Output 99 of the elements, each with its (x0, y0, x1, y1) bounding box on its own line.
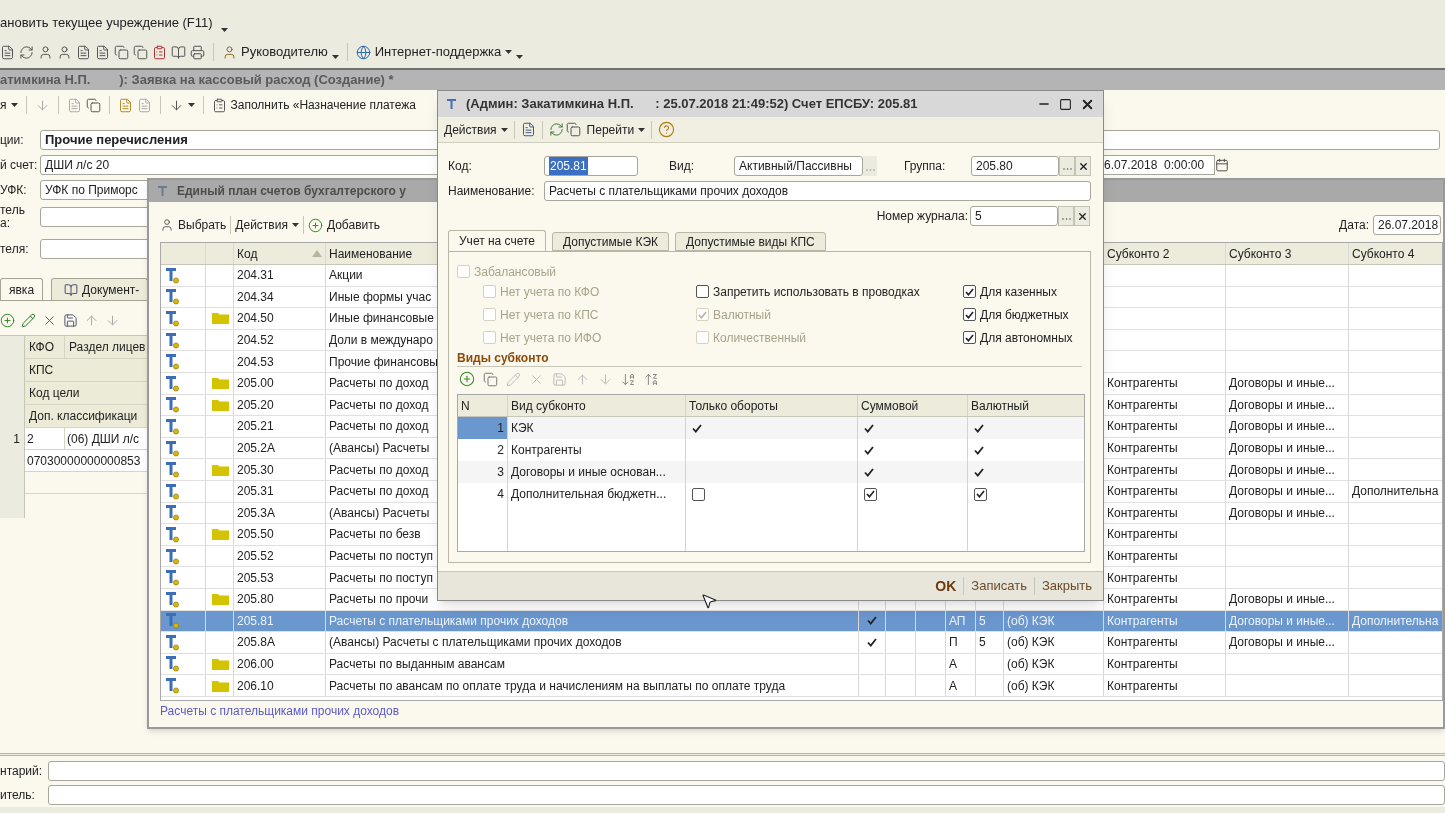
table-cell: 204.50 (234, 308, 326, 329)
field-value: 205.81 (549, 157, 588, 175)
checkbox-label: Для автономных (980, 329, 1073, 347)
column-header: Валютный (968, 395, 1084, 416)
table-cell: Договоры и иные... (1226, 394, 1349, 416)
table-cell: Договоры и иные... (1226, 372, 1349, 394)
table-cell: 205.53 (234, 567, 326, 588)
table-cell: 5 (976, 632, 1004, 653)
date-value: 26.07.2018 (1378, 217, 1439, 234)
table-cell: 204.34 (234, 286, 326, 308)
column-header: Субконто 3 (1226, 243, 1349, 264)
table-cell: 2 (25, 428, 65, 449)
table-cell: Расчеты по выданным авансам (326, 653, 859, 675)
field-value: Прочие перечисления (45, 130, 188, 149)
table-cell: Расчеты по авансам по оплате труда и начислениям на выплаты по оплате труда (326, 675, 859, 696)
field-value: УФК по Приморс (45, 181, 138, 199)
table-cell: Дополнительная бюджетн... (508, 483, 686, 505)
column-header: N (458, 395, 508, 416)
field-label: УФК: (0, 181, 28, 199)
field-label: нтарий: (0, 763, 44, 780)
column-header: Суммовой (858, 395, 968, 416)
checkbox-label: Забалансовый (474, 263, 556, 281)
table-cell: Контрагенты (1104, 675, 1226, 696)
table-cell: 205.20 (234, 394, 326, 416)
table-cell: 204.53 (234, 351, 326, 372)
table-cell: Договоры и иные... (1226, 632, 1349, 653)
field-label: тель а: (0, 204, 26, 230)
table-cell: Договоры и иные... (1226, 610, 1349, 632)
table-cell: Контрагенты (1104, 653, 1226, 675)
field-label: Группа: (904, 158, 947, 175)
checkbox-label: Валютный (713, 306, 771, 324)
table-cell: (об) КЭК (1004, 653, 1104, 675)
table-cell: Договоры и иные... (1226, 459, 1349, 480)
checkbox-label: Нет учета по ИФО (500, 329, 602, 347)
table-cell: 205.80 (234, 588, 326, 610)
table-cell: Договоры и иные... (1226, 416, 1349, 437)
table-cell: 205.30 (234, 459, 326, 480)
table-cell: 204.52 (234, 329, 326, 351)
table-cell: Договоры и иные... (1226, 502, 1349, 524)
table-cell: (об) КЭК (1004, 675, 1104, 696)
window-title: Единый план счетов бухгалтерского у (177, 183, 406, 200)
table-cell: П (946, 632, 976, 653)
table-cell: 206.10 (234, 675, 326, 696)
field-label: й счет: (0, 156, 39, 174)
column-header: КФО (25, 336, 65, 358)
table-cell: 205.50 (234, 524, 326, 545)
column-header: Код (234, 243, 326, 264)
table-cell: А (946, 675, 976, 696)
field-value: ДШИ л/с 20 (45, 156, 110, 174)
row-number: 1 (12, 431, 21, 448)
date-value: 6.07.2018 0:00:00 (1104, 156, 1205, 174)
table-cell: 205.31 (234, 480, 326, 502)
table-cell: Контрагенты (1104, 610, 1226, 632)
checkbox-label: Для бюджетных (980, 306, 1069, 324)
table-cell: Договоры и иные... (1226, 437, 1349, 459)
column-header: Субконто 4 (1349, 243, 1442, 264)
table-cell: 205.81 (234, 610, 326, 632)
table-cell: (об) КЭК (1004, 632, 1104, 653)
checkbox-label: Нет учета по КФО (500, 283, 600, 301)
table-cell: 205.21 (234, 416, 326, 437)
field-value: 5 (975, 208, 982, 225)
table-cell: (об) КЭК (1004, 610, 1104, 632)
field-label: Вид: (669, 158, 696, 175)
table-cell: 206.00 (234, 653, 326, 675)
table-cell: Контрагенты (1104, 632, 1226, 653)
table-cell: 205.2A (234, 437, 326, 459)
field-value: 205.80 (976, 158, 1013, 175)
table-cell: Дополнительна (1349, 480, 1442, 502)
table-cell: Договоры и иные... (1226, 480, 1349, 502)
status-text: Расчеты с плательщиками прочих доходов (160, 703, 400, 720)
field-value: Расчеты с плательщиками прочих доходов (549, 183, 789, 200)
table-cell: Расчеты с плательщиками прочих доходов (326, 610, 859, 632)
table-cell: 205.00 (234, 372, 326, 394)
table-cell: 5 (976, 610, 1004, 632)
table-cell: Дополнительна (1349, 610, 1442, 632)
checkbox-label: Нет учета по КПС (500, 306, 599, 324)
checkbox-label: Количественный (713, 329, 807, 347)
table-cell: 205.3A (234, 502, 326, 524)
field-label: теля: (0, 242, 30, 256)
section-title: Виды субконто (457, 349, 549, 367)
field-label: итель: (0, 787, 36, 804)
table-cell: Договоры и иные... (1226, 588, 1349, 610)
checkbox-label: Для казенных (980, 283, 1057, 301)
field-label: Код: (448, 158, 473, 175)
column-header: Только обороты (686, 395, 858, 416)
table-cell: (Авансы) Расчеты с плательщиками прочих доходов (326, 632, 859, 653)
field-value: Активный/Пассивны (739, 158, 852, 175)
table-cell: 205.8A (234, 632, 326, 653)
column-header: Вид субконто (508, 395, 686, 416)
field-label: ции: (0, 131, 25, 149)
table-cell: А (946, 653, 976, 675)
window-title: атимкина Н.П. ): Заявка на кассовый расход (Создание) * (0, 71, 394, 90)
date-label: Дата: (1339, 217, 1369, 234)
field-label: Номер журнала: (876, 208, 968, 225)
window-title: (Админ: Закатимкина Н.П. : 25.07.2018 21:49:52) Счет ЕПСБУ: 205.81 (466, 95, 918, 114)
field-label: Наименование: (448, 183, 536, 200)
table-cell: 204.31 (234, 265, 326, 286)
table-cell: АП (946, 610, 976, 632)
table-cell: 205.52 (234, 545, 326, 567)
